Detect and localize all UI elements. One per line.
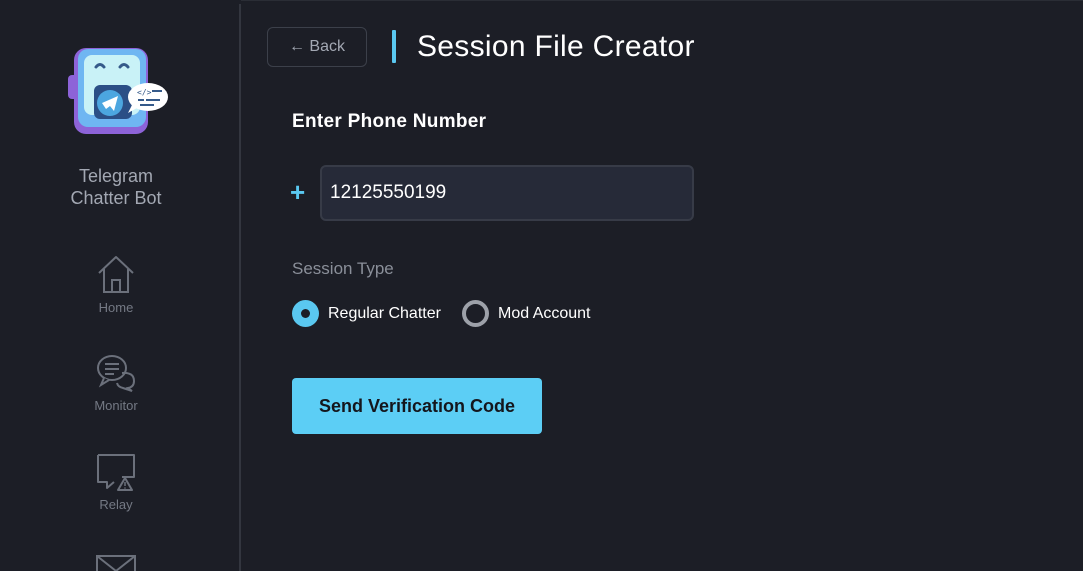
title-accent-bar <box>392 30 396 63</box>
phone-number-input[interactable] <box>320 165 694 221</box>
sidebar: </> Telegram Chatter Bot Home Monitor Re… <box>0 0 239 571</box>
radio-label: Mod Account <box>498 304 591 322</box>
sidebar-item-label: Monitor <box>94 398 138 413</box>
app-logo: </> <box>66 45 170 139</box>
phone-section-label: Enter Phone Number <box>292 111 487 132</box>
back-button[interactable]: ← Back <box>267 27 367 67</box>
sidebar-item-home[interactable]: Home <box>66 254 166 315</box>
sidebar-item-label: Home <box>98 300 134 315</box>
sidebar-item-label: Relay <box>99 497 133 512</box>
radio-label: Regular Chatter <box>328 304 441 322</box>
page-title: Session File Creator <box>417 30 695 63</box>
radio-regular-chatter[interactable]: Regular Chatter <box>292 300 441 327</box>
top-border <box>241 0 1083 1</box>
svg-text:</>: </> <box>137 88 152 97</box>
session-type-label: Session Type <box>292 259 394 278</box>
sidebar-item-monitor[interactable]: Monitor <box>66 354 166 413</box>
warning-message-icon <box>97 454 135 491</box>
app-name-line2: Chatter Bot <box>70 188 162 208</box>
radio-button-unselected[interactable] <box>462 300 489 327</box>
send-verification-code-button[interactable]: Send Verification Code <box>292 378 542 434</box>
chat-bubbles-icon <box>97 355 136 392</box>
home-icon <box>98 256 134 293</box>
sidebar-item-relay[interactable]: Relay <box>66 453 166 512</box>
app-name-line1: Telegram <box>78 166 154 186</box>
phone-prefix: + <box>290 177 306 207</box>
radio-button-selected[interactable] <box>292 300 319 327</box>
app-name: Telegram Chatter Bot <box>40 165 192 209</box>
sidebar-item-mail[interactable] <box>66 554 166 571</box>
sidebar-divider <box>239 4 241 571</box>
radio-mod-account[interactable]: Mod Account <box>462 300 591 327</box>
mail-icon <box>96 555 136 571</box>
